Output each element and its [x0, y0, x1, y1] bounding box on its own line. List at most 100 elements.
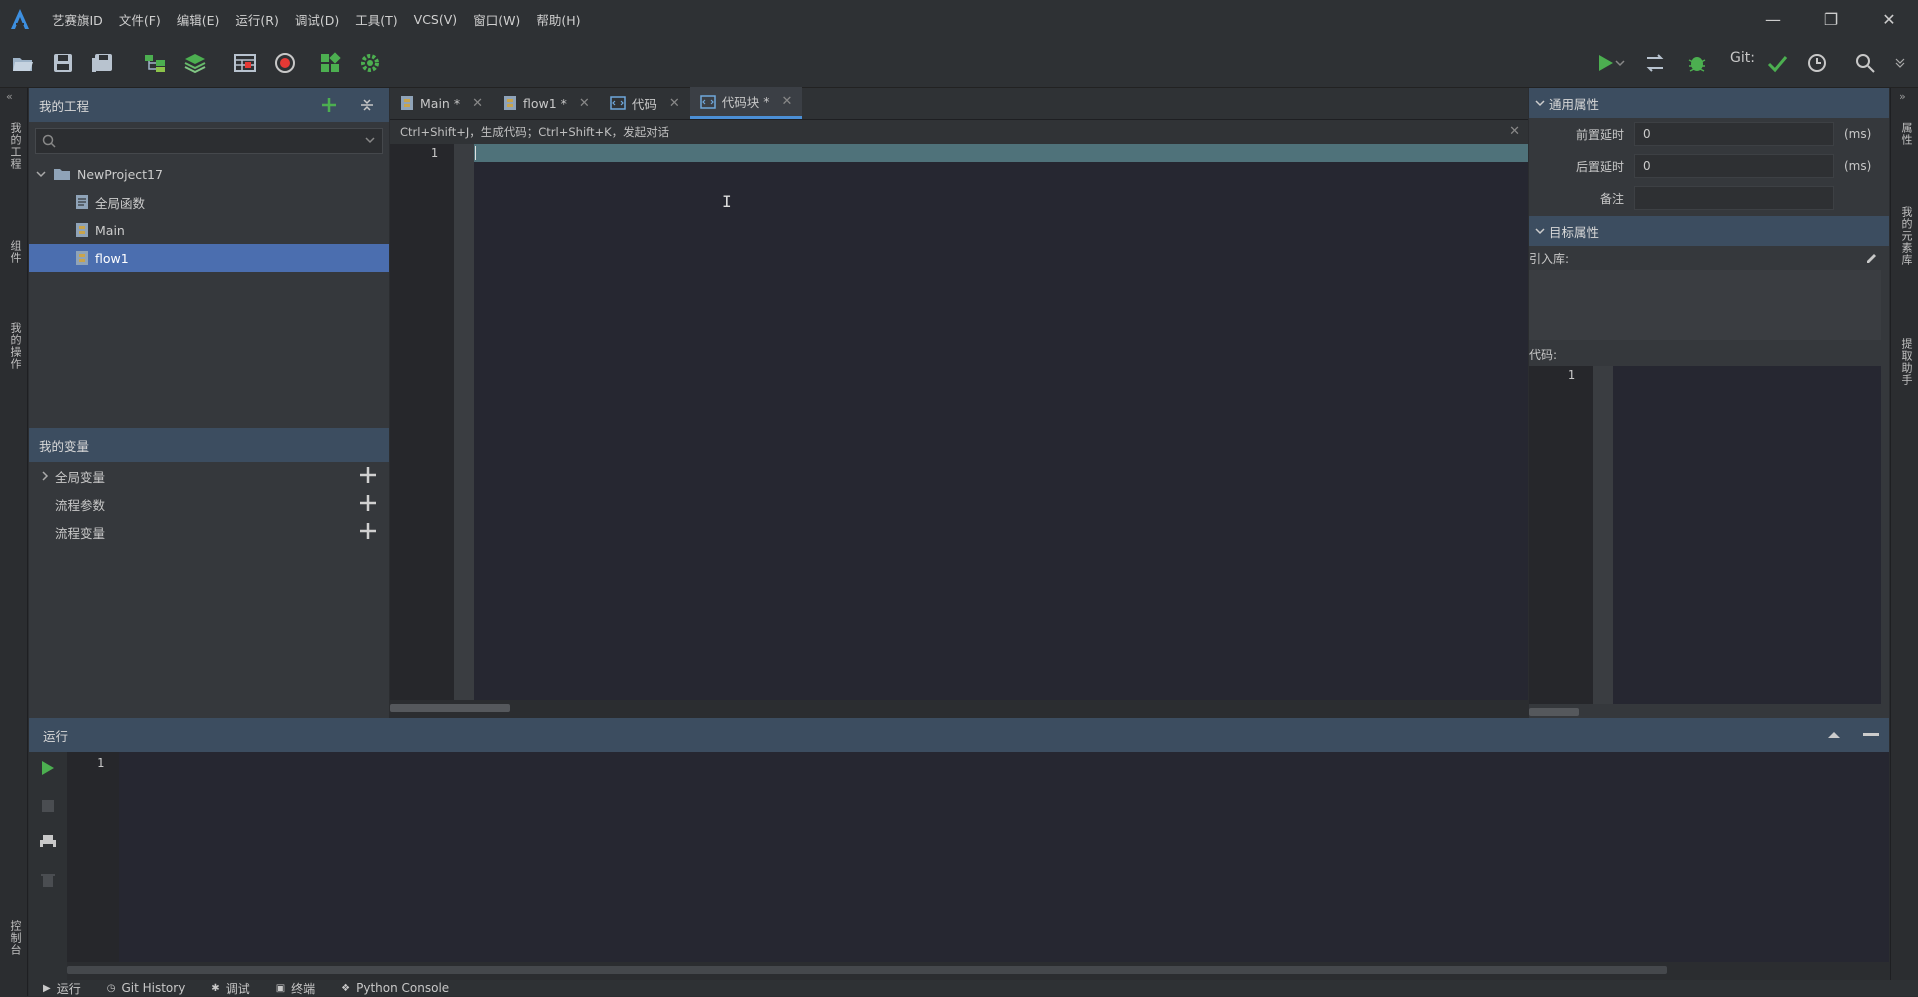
menu-item-brand[interactable]: 艺赛旗ID	[52, 10, 103, 29]
layers-button[interactable]	[180, 48, 210, 78]
var-row-flow-params[interactable]: 流程参数	[29, 490, 389, 518]
run-dropdown-button[interactable]	[1612, 48, 1628, 78]
post-delay-input[interactable]: 0	[1634, 154, 1834, 178]
bottom-tab-label: 调试	[225, 981, 250, 996]
right-strip-extract-assistant[interactable]: 提取助手	[1898, 338, 1914, 386]
add-global-variable-icon[interactable]	[359, 466, 377, 484]
component-button[interactable]	[140, 48, 170, 78]
shortcut-hint-text: Ctrl+Shift+J，生成代码；Ctrl+Shift+K，发起对话	[400, 125, 670, 139]
menu-item-window[interactable]: 窗口(W)	[473, 10, 520, 29]
stop-icon[interactable]	[40, 798, 56, 814]
tree-item-main[interactable]: Main	[29, 216, 389, 244]
close-tab-icon[interactable]: ✕	[669, 96, 680, 111]
bottom-tab-python-console[interactable]: ❖ Python Console	[341, 981, 449, 995]
chevron-down-icon	[1535, 228, 1545, 235]
menu-item-run[interactable]: 运行(R)	[235, 10, 278, 29]
git-commit-button[interactable]	[1762, 48, 1792, 78]
left-strip-components[interactable]: 组件	[7, 240, 23, 264]
collapse-right-icon[interactable]: »	[1899, 90, 1906, 103]
close-window-button[interactable]: ✕	[1860, 0, 1918, 38]
collapse-all-icon[interactable]	[359, 97, 375, 113]
tab-code-block[interactable]: 代码块 * ✕	[689, 87, 803, 119]
flow-file-icon	[76, 223, 88, 237]
settings-button[interactable]	[355, 48, 385, 78]
project-search-input[interactable]	[35, 128, 383, 154]
scroll-thumb[interactable]	[67, 966, 1667, 974]
tab-label: Main	[420, 95, 450, 111]
play-icon[interactable]	[40, 760, 56, 776]
tree-item-global-functions[interactable]: 全局函数	[29, 188, 389, 216]
close-tab-icon[interactable]: ✕	[472, 96, 483, 111]
bottom-tab-debug[interactable]: ✱ 调试	[211, 980, 249, 997]
debug-button[interactable]	[1682, 48, 1712, 78]
pre-delay-unit: (ms)	[1844, 127, 1872, 141]
menu-item-tools[interactable]: 工具(T)	[355, 10, 397, 29]
chevron-down-icon	[1535, 100, 1545, 107]
add-icon[interactable]	[321, 97, 337, 113]
line-number: 1	[97, 756, 105, 770]
table-button[interactable]	[230, 48, 260, 78]
close-tab-icon[interactable]: ✕	[579, 96, 590, 111]
left-strip-operations[interactable]: 我的操作	[7, 322, 23, 370]
left-strip-project[interactable]: 我的工程	[7, 122, 23, 170]
bottom-tab-run[interactable]: ▶ 运行	[43, 980, 81, 997]
right-strip-element-library[interactable]: 我的元素库	[1898, 206, 1914, 266]
run-output-area[interactable]	[119, 752, 1889, 962]
trash-icon[interactable]	[40, 872, 56, 888]
menu-item-vcs[interactable]: VCS(V)	[414, 12, 458, 27]
chevron-down-icon[interactable]	[365, 136, 375, 144]
menu-item-debug[interactable]: 调试(D)	[295, 10, 339, 29]
toolbar-overflow-button[interactable]	[1888, 48, 1912, 78]
add-flow-param-icon[interactable]	[359, 494, 377, 512]
chevron-up-icon[interactable]	[1827, 730, 1841, 740]
restore-button[interactable]: ❐	[1802, 0, 1860, 38]
property-code-area[interactable]	[1613, 366, 1881, 704]
bottom-tool-tabs: ▶ 运行 ◷ Git History ✱ 调试 ▣ 终端 ❖ Python Co…	[29, 980, 1918, 996]
property-code-editor[interactable]: 1	[1529, 366, 1881, 704]
scroll-thumb[interactable]	[390, 704, 510, 712]
tree-item-flow1[interactable]: flow1	[29, 244, 389, 272]
record-button[interactable]	[270, 48, 300, 78]
import-library-area[interactable]	[1529, 270, 1881, 340]
plugin-button[interactable]	[315, 48, 345, 78]
right-strip-properties[interactable]: 属性	[1898, 122, 1914, 146]
close-tab-icon[interactable]: ✕	[782, 94, 793, 109]
editor-horizontal-scrollbar[interactable]	[390, 700, 1528, 718]
editor-tab-bar: Main * ✕ flow1 * ✕ 代码 ✕ 代码块 * ✕	[390, 87, 1528, 120]
note-row: 备注	[1529, 182, 1889, 214]
general-properties-header[interactable]: 通用属性	[1529, 88, 1889, 118]
run-horizontal-scrollbar[interactable]	[67, 962, 1889, 980]
run-panel-title: 运行	[43, 728, 69, 744]
tab-main[interactable]: Main * ✕	[390, 87, 493, 119]
collapse-left-icon[interactable]: «	[6, 90, 13, 103]
minimize-panel-icon[interactable]	[1863, 733, 1879, 737]
git-history-button[interactable]	[1802, 48, 1832, 78]
var-row-flow-variables[interactable]: 流程变量	[29, 518, 389, 546]
menu-item-file[interactable]: 文件(F)	[119, 10, 161, 29]
search-button[interactable]	[1850, 48, 1880, 78]
left-strip-console[interactable]: 控制台	[7, 920, 23, 956]
add-flow-variable-icon[interactable]	[359, 522, 377, 540]
scroll-thumb[interactable]	[1529, 708, 1579, 716]
menu-item-edit[interactable]: 编辑(E)	[177, 10, 220, 29]
open-folder-button[interactable]	[8, 48, 38, 78]
tab-flow1[interactable]: flow1 * ✕	[493, 87, 600, 119]
note-input[interactable]	[1634, 186, 1834, 210]
print-icon[interactable]	[39, 834, 57, 850]
var-row-global[interactable]: 全局变量	[29, 462, 389, 490]
minimize-button[interactable]: —	[1744, 0, 1802, 38]
tree-root-project[interactable]: NewProject17	[29, 160, 389, 188]
target-properties-header[interactable]: 目标属性	[1529, 216, 1889, 246]
pre-delay-input[interactable]: 0	[1634, 122, 1834, 146]
bottom-tab-git-history[interactable]: ◷ Git History	[107, 981, 186, 995]
save-all-button[interactable]	[88, 48, 118, 78]
menu-item-help[interactable]: 帮助(H)	[536, 10, 580, 29]
tab-label: 代码块	[721, 95, 760, 110]
tab-code[interactable]: 代码 ✕	[600, 87, 690, 119]
close-hint-icon[interactable]: ✕	[1509, 124, 1520, 139]
bottom-tab-terminal[interactable]: ▣ 终端	[276, 980, 315, 997]
save-button[interactable]	[48, 48, 78, 78]
step-button[interactable]	[1640, 48, 1670, 78]
code-editor[interactable]: I	[474, 144, 1528, 700]
edit-pencil-icon[interactable]	[1865, 251, 1879, 265]
